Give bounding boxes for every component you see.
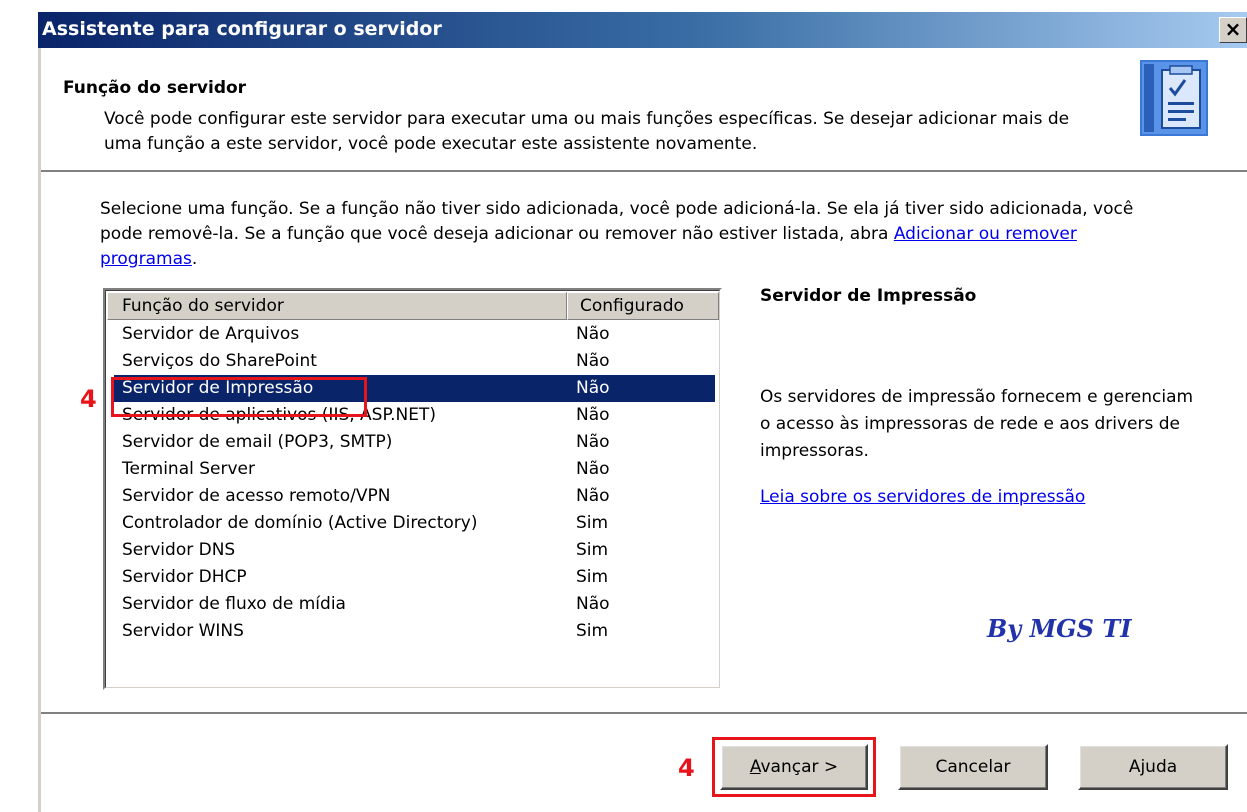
role-configured: Não xyxy=(576,594,610,614)
role-configured: Sim xyxy=(576,621,609,641)
table-row[interactable]: Servidor DHCP Sim xyxy=(105,564,720,591)
role-name: Servidor de Arquivos xyxy=(122,324,300,344)
role-configured: Não xyxy=(576,378,610,398)
role-name: Terminal Server xyxy=(122,459,255,479)
table-row[interactable]: Serviços do SharePoint Não xyxy=(105,348,720,375)
table-row[interactable]: Servidor WINS Sim xyxy=(105,618,720,645)
role-configured: Não xyxy=(576,486,610,506)
role-name: Controlador de domínio (Active Directory… xyxy=(122,513,478,533)
instructions-suffix: . xyxy=(191,249,198,269)
next-button[interactable]: Avançar > xyxy=(720,744,868,790)
step-marker-button: 4 xyxy=(678,754,695,782)
column-header-role[interactable]: Função do servidor xyxy=(107,292,567,320)
table-row[interactable]: Controlador de domínio (Active Directory… xyxy=(105,510,720,537)
close-icon: × xyxy=(1224,17,1242,41)
table-row[interactable]: Servidor de email (POP3, SMTP) Não xyxy=(105,429,720,456)
role-configured: Sim xyxy=(576,540,609,560)
window-title: Assistente para configurar o servidor xyxy=(42,18,442,40)
next-accelerator: A xyxy=(749,757,761,777)
next-label: vançar > xyxy=(760,757,839,777)
role-name: Serviços do SharePoint xyxy=(122,351,317,371)
watermark: By MGS TI xyxy=(987,614,1132,643)
table-row[interactable]: Servidor de Arquivos Não xyxy=(105,321,720,348)
role-name: Servidor DNS xyxy=(122,540,236,560)
help-button[interactable]: Ajuda xyxy=(1078,744,1228,790)
table-row[interactable]: Servidor DNS Sim xyxy=(105,537,720,564)
role-name: Servidor WINS xyxy=(122,621,244,641)
role-details-link[interactable]: Leia sobre os servidores de impressão xyxy=(760,487,1085,507)
column-header-configured[interactable]: Configurado xyxy=(567,292,719,320)
header-description: Você pode configurar este servidor para … xyxy=(104,109,1070,154)
role-configured: Não xyxy=(576,405,610,425)
role-configured: Não xyxy=(576,324,610,344)
role-name: Servidor de email (POP3, SMTP) xyxy=(122,432,393,452)
table-row[interactable]: Terminal Server Não xyxy=(105,456,720,483)
role-details-title: Servidor de Impressão xyxy=(760,286,977,306)
wizard-header: Função do servidor Você pode configurar … xyxy=(41,48,1247,170)
role-name: Servidor de acesso remoto/VPN xyxy=(122,486,391,506)
role-name: Servidor de fluxo de mídia xyxy=(122,594,346,614)
footer-separator xyxy=(41,712,1247,715)
role-details-description: Os servidores de impressão fornecem e ge… xyxy=(760,387,1194,461)
table-row[interactable]: Servidor de acesso remoto/VPN Não xyxy=(105,483,720,510)
step-marker-row: 4 xyxy=(80,385,97,413)
role-configured: Sim xyxy=(576,567,609,587)
header-separator xyxy=(41,170,1247,173)
instructions: Selecione uma função. Se a função não ti… xyxy=(100,197,1160,272)
server-roles-list[interactable]: Função do servidor Configurado Servidor … xyxy=(103,288,722,690)
list-header: Função do servidor Configurado xyxy=(105,290,720,320)
wizard-checklist-icon xyxy=(1140,60,1208,136)
role-name: Servidor DHCP xyxy=(122,567,247,587)
wizard-window: Assistente para configurar o servidor × … xyxy=(0,0,1247,812)
header-title: Função do servidor xyxy=(63,78,247,98)
title-bar[interactable]: Assistente para configurar o servidor × xyxy=(38,12,1247,48)
role-configured: Não xyxy=(576,459,610,479)
close-button[interactable]: × xyxy=(1219,17,1247,43)
highlight-box-row xyxy=(111,377,367,417)
role-configured: Sim xyxy=(576,513,609,533)
table-row[interactable]: Servidor de fluxo de mídia Não xyxy=(105,591,720,618)
list-rows: Servidor de Arquivos Não Serviços do Shar… xyxy=(105,321,720,645)
role-configured: Não xyxy=(576,432,610,452)
role-configured: Não xyxy=(576,351,610,371)
cancel-button[interactable]: Cancelar xyxy=(898,744,1048,790)
